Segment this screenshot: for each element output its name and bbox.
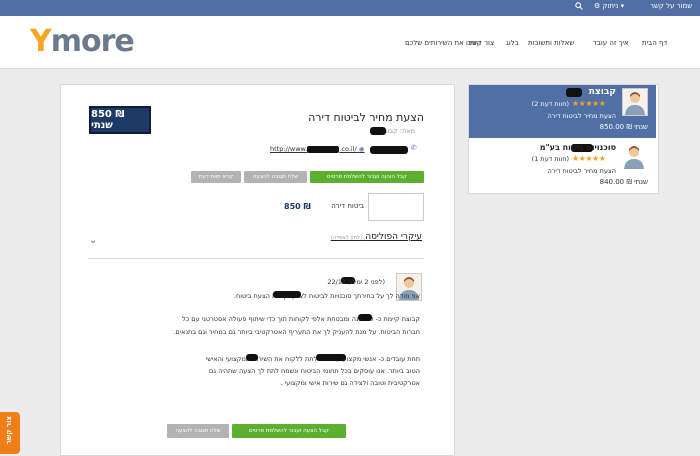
policy-toggle[interactable]: עיקרי הפוליסה (לחץ לצפייה): [331, 232, 422, 242]
search-icon[interactable]: [575, 2, 583, 12]
sidebar-item-subtitle: הצעת מחיר לביטוח דירה: [547, 112, 616, 120]
chevron-down-icon: ▾: [620, 2, 625, 10]
message-line: אטרקטיבית וטובה ולצידה גם שירות אישי ומק…: [280, 379, 420, 387]
website-link[interactable]: http://www. .co.il/ ◉: [270, 145, 364, 153]
gear-icon: ⚙: [594, 2, 601, 10]
globe-icon: ◉: [358, 145, 365, 153]
save-contact-link[interactable]: שמור על קשר: [650, 2, 692, 10]
read-reviews-button[interactable]: קרא חוות דעת: [191, 171, 241, 183]
reply-offer-button[interactable]: שלח תגובה להצעה: [167, 424, 229, 438]
logo[interactable]: Ymore: [30, 24, 135, 59]
redacted-name: [566, 88, 582, 97]
sidebar-item-subtitle: הצעת מחיר לביטוח דירה: [547, 167, 616, 175]
line-item-price: 850 ₪: [284, 202, 311, 211]
phone-icon: ✆: [411, 144, 417, 152]
nav-blog[interactable]: בלוג: [506, 39, 519, 47]
review-count[interactable]: (1 חוות דעת): [532, 155, 569, 163]
logout-link[interactable]: ⚙ ניתוק ▾: [594, 2, 624, 10]
message-date: 22/12 (לפני 2 ימים): [327, 278, 385, 286]
reply-offer-button[interactable]: שלח תגובה להצעה: [244, 171, 307, 183]
message-line: תחת עובדים כ- אנשי מקצוע על מנת לתת ללקו…: [205, 355, 420, 363]
rating-stars: ★★★★★: [572, 154, 606, 163]
line-item-label: ביטוח דירה: [331, 202, 364, 210]
nav-contact[interactable]: צור קשר: [468, 39, 494, 47]
accept-offer-button[interactable]: קבל הצעה ועבור להשלמת פרטים: [310, 171, 424, 183]
redacted-text: [370, 127, 386, 135]
price-badge: 850 ₪ שנתי: [89, 106, 151, 134]
redacted-text: [246, 354, 258, 361]
review-count[interactable]: (2 חוות דעת): [532, 100, 569, 108]
message-line: קבוצת קיימת כ- 50 שנה ומבטחת אלפי לקוחות…: [182, 315, 420, 323]
sidebar-item-price: 850.00 ₪ שנתי: [599, 123, 648, 131]
message-line: אני מודה לך על בחירתך סוכנויות לביטוח לצ…: [233, 292, 420, 300]
nav-faq[interactable]: שאלות ותשובות: [528, 39, 574, 47]
avatar: [622, 88, 648, 116]
insurance-logo-box: [368, 193, 424, 221]
redacted-text: [316, 354, 346, 361]
sidebar-item-name: קבוצת: [588, 87, 616, 97]
redacted-phone: [370, 146, 408, 154]
nav-how-it-works[interactable]: איך זה עובד: [593, 39, 629, 47]
page-title: הצעת מחיר לביטוח דירה: [308, 111, 424, 124]
top-bar: ⚙ ניתוק ▾ שמור על קשר: [0, 0, 700, 16]
sidebar-item-name: סוכנויות ביטוח בע"מ: [539, 143, 616, 152]
rating-stars: ★★★★★: [572, 99, 606, 108]
divider: [88, 258, 424, 259]
contact-side-tab[interactable]: צור קשר: [0, 412, 20, 454]
offer-card: [60, 84, 455, 456]
message-line: הטוב ביותר. אנו עוסקים בכל תחומי הביטוח …: [209, 367, 420, 375]
message-line: חברות הביטוח. על מנת להעניק לך את התעריף…: [173, 328, 420, 336]
redacted-text: [358, 314, 372, 321]
redacted-domain: [307, 145, 340, 153]
accept-offer-button[interactable]: קבל הצעה ועבור להשלמת פרטים: [232, 424, 346, 438]
sidebar-item-price: 840.00 ₪ שנתי: [599, 178, 648, 186]
redacted-text: [273, 291, 301, 298]
nav-home[interactable]: דף הבית: [642, 39, 667, 47]
chevron-down-icon[interactable]: ⌄: [89, 235, 97, 246]
avatar: [622, 143, 646, 169]
